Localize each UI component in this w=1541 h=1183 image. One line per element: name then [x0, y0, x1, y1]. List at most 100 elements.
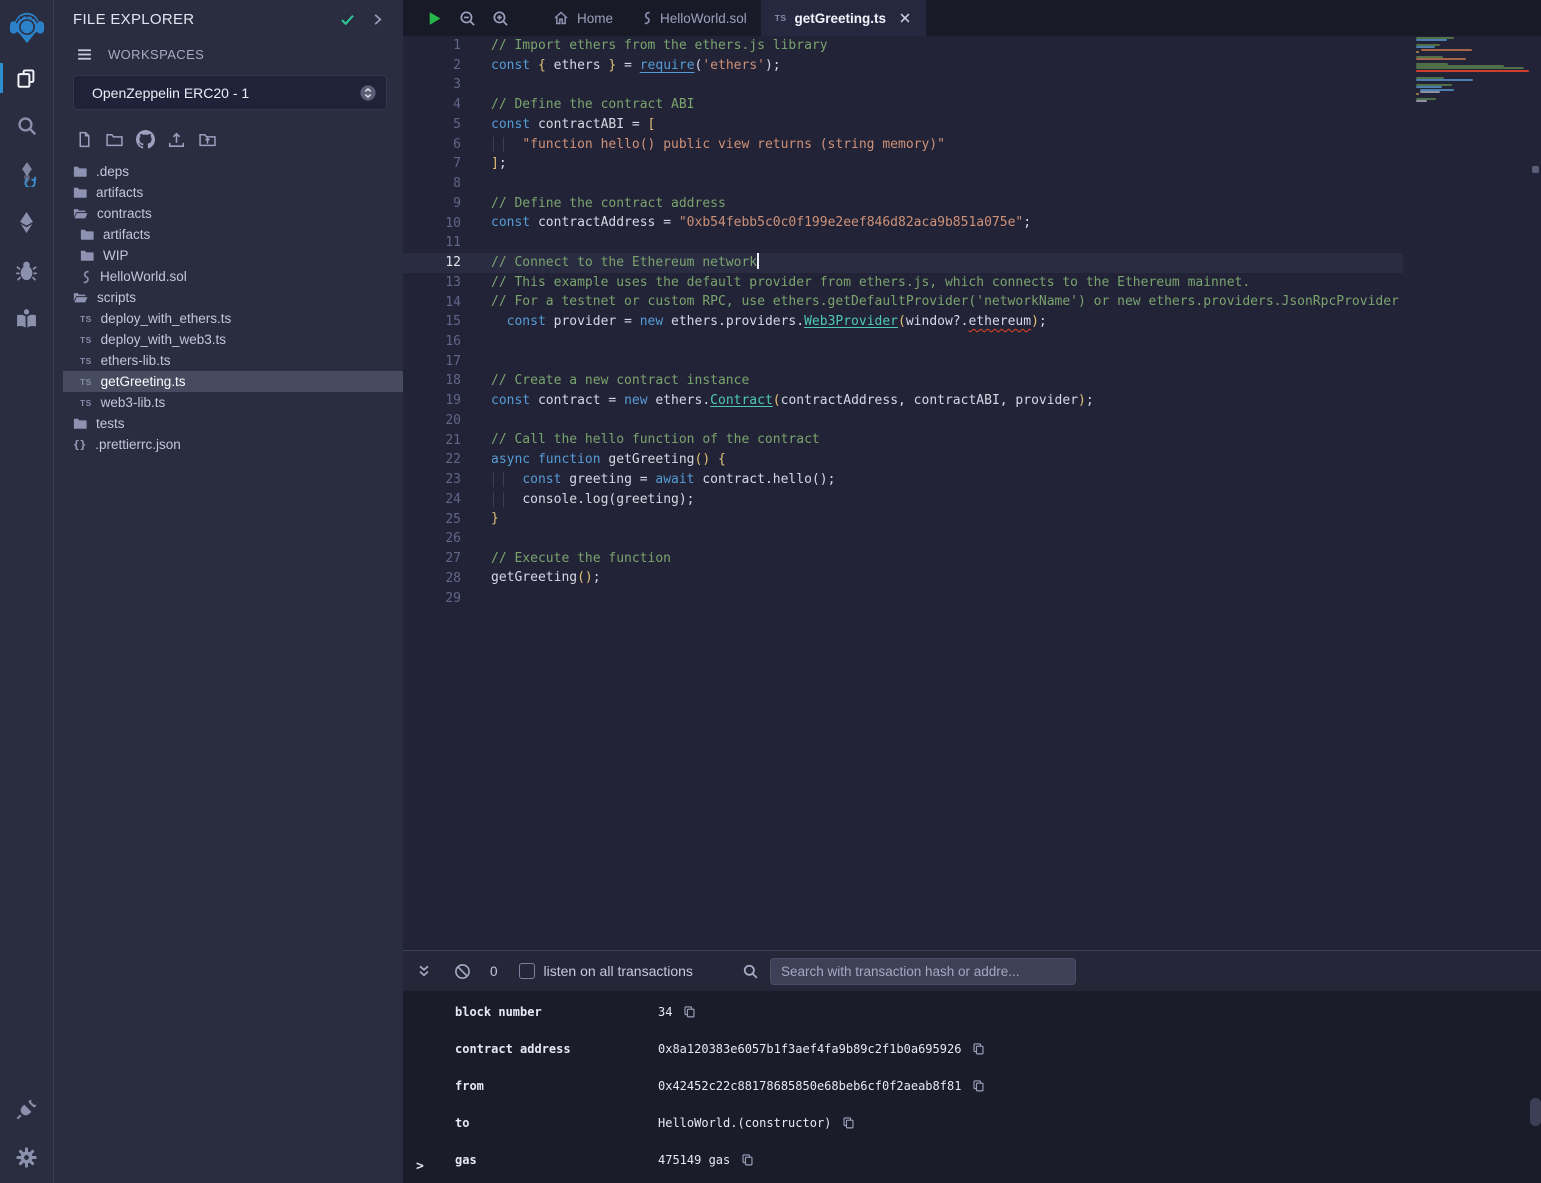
transaction-search-input[interactable]	[770, 958, 1076, 985]
line-number: 18	[403, 371, 461, 391]
run-script-button[interactable]	[418, 10, 451, 27]
tree-item-artifacts[interactable]: artifacts	[54, 224, 403, 245]
tree-item-getgreeting-ts[interactable]: TSgetGreeting.ts	[54, 371, 403, 392]
line-number: 27	[403, 549, 461, 569]
code-line: const greeting = await contract.hello();	[491, 470, 1411, 490]
activity-unit-testing[interactable]	[0, 294, 53, 342]
settings-icon	[15, 1146, 38, 1169]
activity-settings[interactable]	[0, 1133, 53, 1181]
terminal-scrollbar-thumb[interactable]	[1530, 1098, 1541, 1126]
tree-item-deploy-with-web3-ts[interactable]: TSdeploy_with_web3.ts	[54, 329, 403, 350]
workspace-selector[interactable]: OpenZeppelin ERC20 - 1	[73, 75, 387, 110]
ts-icon: TS	[80, 335, 92, 345]
tree-item-web3-lib-ts[interactable]: TSweb3-lib.ts	[54, 392, 403, 413]
terminal: 0 listen on all transactions block numbe…	[403, 950, 1541, 1183]
debugger-icon	[15, 259, 38, 282]
tree-item-tests[interactable]: tests	[54, 413, 403, 434]
code-line: // Import ethers from the ethers.js libr…	[491, 36, 1411, 56]
copy-icon[interactable]	[972, 1079, 985, 1093]
copy-icon[interactable]	[972, 1042, 985, 1056]
chevron-right-icon[interactable]	[370, 12, 385, 27]
text-cursor	[757, 253, 759, 269]
tree-item--prettierrc-json[interactable]: {} .prettierrc.json	[54, 434, 403, 455]
editor-scrollbar[interactable]	[1530, 36, 1541, 950]
upload-folder-button[interactable]	[198, 130, 217, 149]
code-line	[491, 352, 1411, 372]
tree-item-helloworld-sol[interactable]: HelloWorld.sol	[54, 266, 403, 287]
detail-value: 475149 gas	[658, 1153, 754, 1167]
tree-item-label: WIP	[103, 248, 129, 263]
code-line	[491, 529, 1411, 549]
line-number: 17	[403, 352, 461, 372]
activity-remix-logo[interactable]	[0, 0, 53, 54]
code-content[interactable]: // Import ethers from the ethers.js libr…	[491, 36, 1411, 608]
clone-repo-button[interactable]	[136, 130, 155, 149]
code-line	[491, 174, 1411, 194]
ts-icon: TS	[80, 356, 92, 366]
line-number: 26	[403, 529, 461, 549]
tree-item-artifacts[interactable]: artifacts	[54, 182, 403, 203]
file-explorer-icon	[15, 67, 38, 90]
tree-item-label: getGreeting.ts	[101, 374, 186, 389]
workspaces-label: WORKSPACES	[108, 47, 204, 62]
detail-label: gas	[455, 1153, 658, 1167]
zoom-out-icon[interactable]	[451, 10, 484, 27]
tree-item-ethers-lib-ts[interactable]: TSethers-lib.ts	[54, 350, 403, 371]
code-line: const contractAddress = "0xb54febb5c0c0f…	[491, 213, 1411, 233]
line-number: 24	[403, 490, 461, 510]
code-line: "function hello() public view returns (s…	[491, 135, 1411, 155]
activity-solidity-compiler[interactable]	[0, 150, 53, 198]
panel-title: FILE EXPLORER	[73, 11, 325, 28]
tab-getgreeting-ts[interactable]: TSgetGreeting.ts	[761, 0, 926, 36]
activity-plugin-manager[interactable]	[0, 1085, 53, 1133]
line-number: 8	[403, 174, 461, 194]
code-line: const provider = new ethers.providers.We…	[491, 312, 1411, 332]
unit-testing-icon	[15, 307, 38, 330]
activity-debugger[interactable]	[0, 246, 53, 294]
activity-bar	[0, 0, 54, 1183]
detail-value: 0x8a120383e6057b1f3aef4fa9b89c2f1b0a6959…	[658, 1042, 985, 1056]
code-line: // Define the contract address	[491, 194, 1411, 214]
tree-item-scripts[interactable]: scripts	[54, 287, 403, 308]
tree-item-contracts[interactable]: contracts	[54, 203, 403, 224]
minimap[interactable]	[1413, 37, 1529, 105]
solidity-compiler-icon	[15, 161, 39, 187]
ts-icon: TS	[80, 398, 92, 408]
tree-item--deps[interactable]: .deps	[54, 161, 403, 182]
zoom-in-icon[interactable]	[484, 10, 517, 27]
tree-item-label: .prettierrc.json	[95, 437, 181, 452]
sol-icon	[641, 11, 652, 25]
listen-transactions-checkbox[interactable]	[519, 963, 535, 979]
tab-home[interactable]: Home	[539, 0, 627, 36]
hamburger-menu-icon[interactable]	[76, 46, 93, 63]
braces-icon: {}	[73, 438, 86, 451]
code-line: // This example uses the default provide…	[491, 273, 1411, 293]
copy-icon[interactable]	[683, 1005, 696, 1019]
close-icon[interactable]	[898, 11, 912, 25]
line-number: 10	[403, 214, 461, 234]
line-number: 25	[403, 510, 461, 530]
new-folder-button[interactable]	[105, 130, 124, 149]
code-editor[interactable]: 1234567891011121314151617181920212223242…	[403, 36, 1541, 950]
new-file-button[interactable]	[76, 130, 93, 149]
collapse-terminal-icon[interactable]	[416, 963, 432, 979]
code-line: const { ethers } = require('ethers');	[491, 56, 1411, 76]
copy-icon[interactable]	[741, 1153, 754, 1167]
copy-icon[interactable]	[842, 1116, 855, 1130]
code-line: const contractABI = [	[491, 115, 1411, 135]
tree-item-wip[interactable]: WIP	[54, 245, 403, 266]
clear-console-icon[interactable]	[454, 963, 471, 980]
file-actions	[54, 110, 403, 153]
code-line: ];	[491, 154, 1411, 174]
tree-item-deploy-with-ethers-ts[interactable]: TSdeploy_with_ethers.ts	[54, 308, 403, 329]
minimap-line	[1416, 79, 1473, 81]
upload-file-button[interactable]	[167, 130, 186, 149]
activity-search[interactable]	[0, 102, 53, 150]
tab-helloworld-sol[interactable]: HelloWorld.sol	[627, 0, 761, 36]
editor-scrollbar-thumb[interactable]	[1532, 166, 1539, 173]
activity-file-explorer[interactable]	[0, 54, 53, 102]
line-number: 15	[403, 312, 461, 332]
check-icon[interactable]	[339, 11, 356, 28]
activity-deploy-run[interactable]	[0, 198, 53, 246]
line-number: 2	[403, 56, 461, 76]
